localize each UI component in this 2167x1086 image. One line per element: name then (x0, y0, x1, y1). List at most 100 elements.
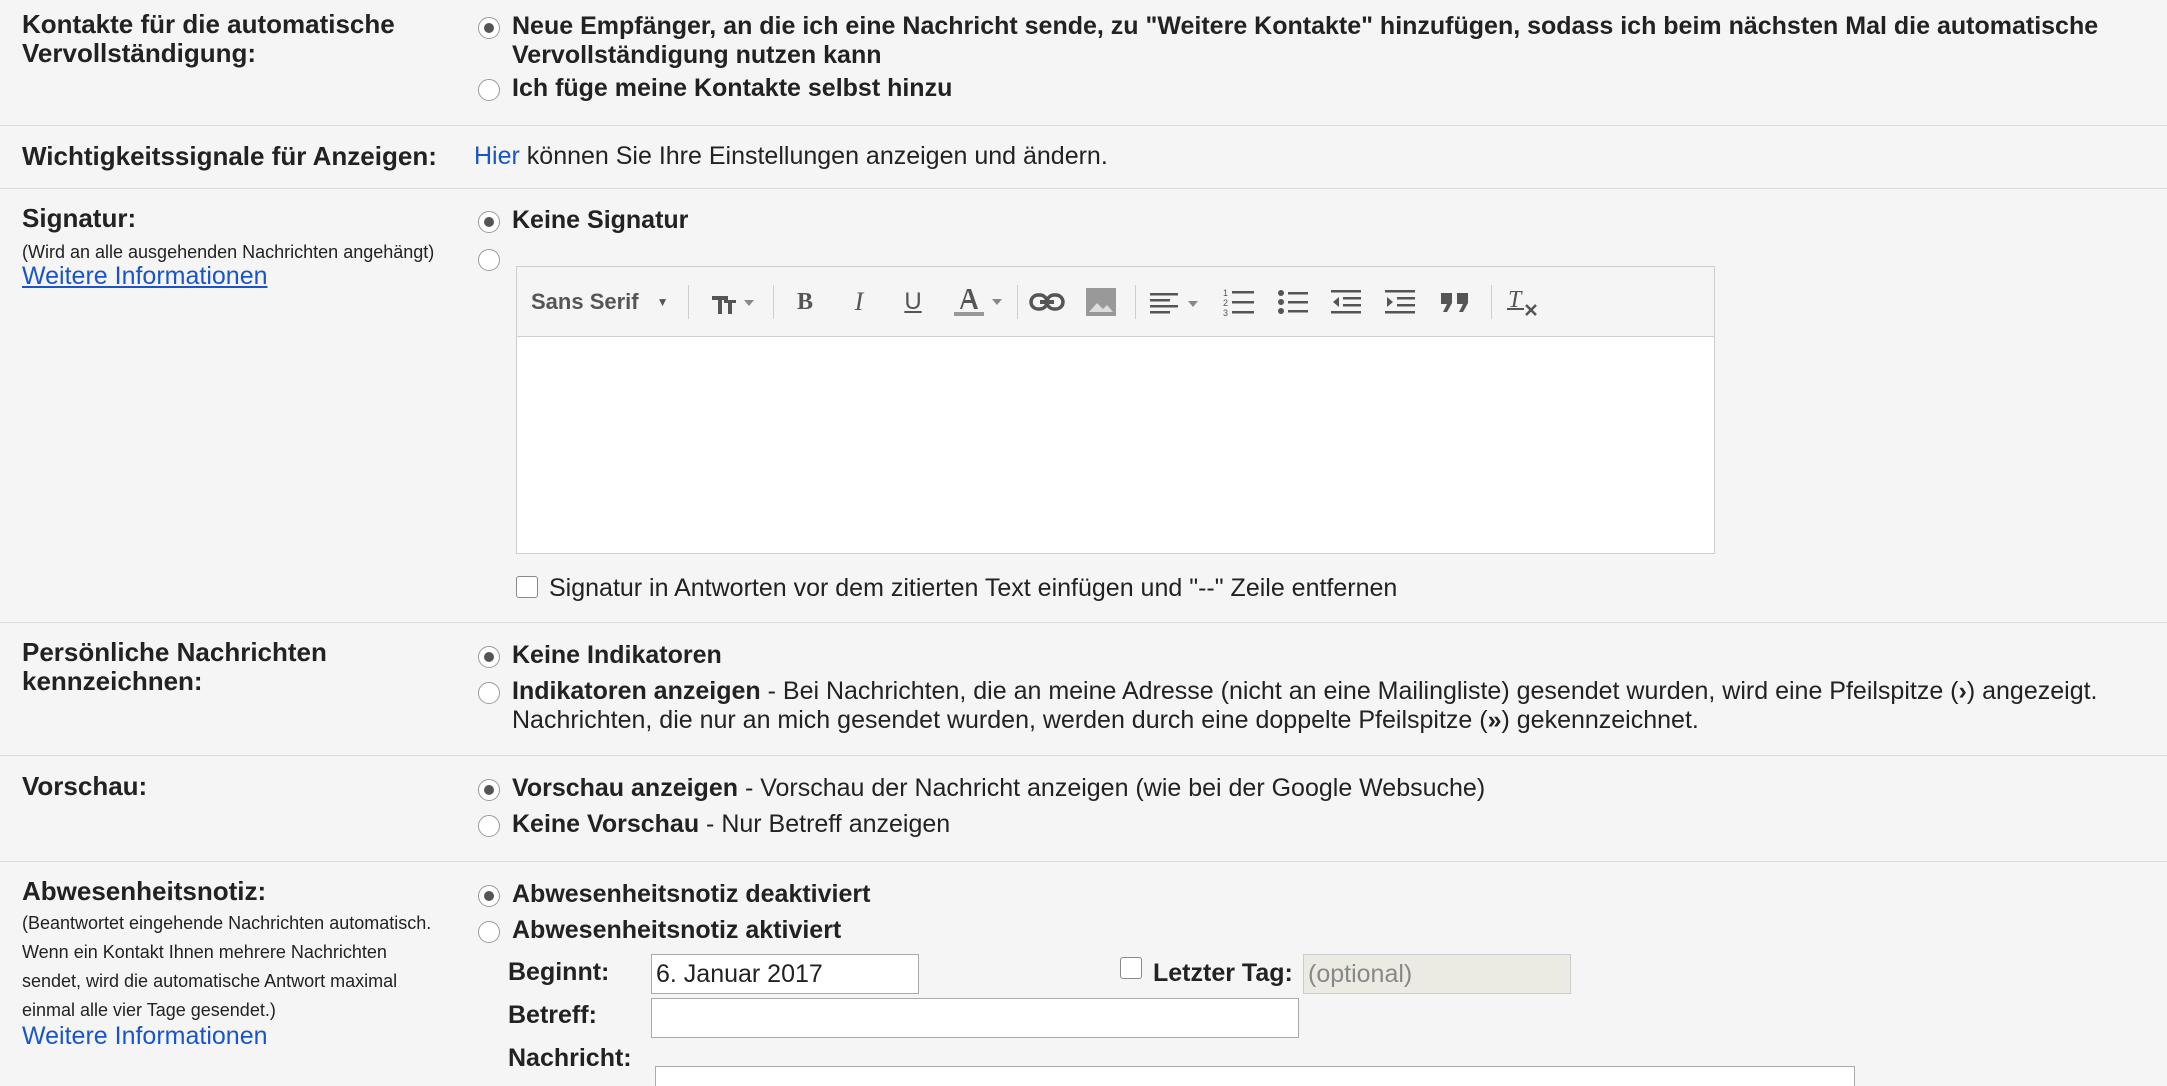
signature-before-quote-label: Signatur in Antworten vor dem zitierten … (549, 574, 1398, 602)
toolbar-separator (773, 285, 774, 319)
font-size-button[interactable] (703, 285, 761, 319)
indicators-row: Persönliche Nachrichten kennzeichnen: Ke… (0, 622, 2167, 756)
autocomplete-add-radio[interactable] (478, 17, 500, 39)
autocomplete-add-line2: Vervollständigung nutzen kann (512, 41, 882, 69)
vacation-message-editor[interactable] (655, 1066, 1855, 1086)
single-arrow-icon: › (1958, 677, 1967, 705)
signature-before-quote-checkbox[interactable] (516, 576, 538, 598)
vacation-on-option[interactable]: Abwesenheitsnotiz aktiviert (512, 916, 841, 945)
importance-label: Wichtigkeitssignale für Anzeigen: (22, 141, 437, 171)
vacation-label: Abwesenheitsnotiz: (22, 876, 267, 906)
preview-none-title: Keine Vorschau (512, 810, 700, 838)
vacation-start-label: Beginnt: (508, 958, 610, 986)
vacation-last-day-checkbox[interactable] (1120, 957, 1142, 979)
numbered-list-icon[interactable]: 1 2 3 (1219, 285, 1259, 319)
signature-toolbar: Sans Serif ▼ B I U 1 2 3 T (517, 267, 1714, 337)
vacation-last-day-label: Letzter Tag: (1153, 959, 1293, 987)
signature-none-option[interactable]: Keine Signatur (512, 206, 688, 235)
indicators-desc-line2a: Nachrichten, die nur an mich gesendet wu… (512, 706, 1488, 734)
indicators-label: Persönliche Nachrichten kennzeichnen: (22, 638, 327, 696)
italic-icon[interactable]: I (839, 285, 879, 319)
vacation-note-line4: einmal alle vier Tage gesendet.) (22, 1000, 276, 1020)
autocomplete-add-line1: Neue Empfänger, an die ich eine Nachrich… (512, 12, 2099, 40)
indicators-none-radio[interactable] (478, 646, 500, 668)
signature-more-info-link[interactable]: Weitere Informationen (22, 262, 268, 291)
signature-text-area[interactable] (517, 337, 1714, 553)
vacation-note-line2: Wenn ein Kontakt Ihnen mehrere Nachricht… (22, 942, 387, 962)
indicators-none-option[interactable]: Keine Indikatoren (512, 641, 722, 670)
indicators-desc-line2b: ) gekennzeichnet. (1501, 706, 1699, 734)
toolbar-separator (1491, 285, 1492, 319)
vacation-row: Abwesenheitsnotiz: (Beantwortet eingehen… (0, 861, 2167, 1086)
align-left-icon (1150, 293, 1198, 314)
autocomplete-row: Kontakte für die automatische Vervollstä… (0, 0, 2167, 126)
indicators-show-line1: Indikatoren anzeigen - Bei Nachrichten, … (512, 677, 2097, 706)
toolbar-separator (1017, 285, 1018, 319)
vacation-start-date-input[interactable]: 6. Januar 2017 (651, 954, 919, 994)
importance-description: können Sie Ihre Einstellungen anzeigen u… (519, 142, 1108, 170)
font-family-label: Sans Serif (531, 289, 639, 314)
preview-none-option[interactable]: Keine Vorschau - Nur Betreff anzeigen (512, 810, 950, 839)
preview-show-desc: - Vorschau der Nachricht anzeigen (wie b… (738, 774, 1486, 802)
vacation-message-label: Nachricht: (508, 1044, 632, 1072)
signature-none-radio[interactable] (478, 211, 500, 233)
preview-label: Vorschau: (22, 771, 148, 801)
autocomplete-manual-radio[interactable] (478, 79, 500, 101)
svg-text:3: 3 (1223, 308, 1228, 317)
signature-editor[interactable]: Sans Serif ▼ B I U 1 2 3 T (516, 266, 1715, 554)
image-icon[interactable] (1081, 285, 1121, 319)
indicators-show-line2: Nachrichten, die nur an mich gesendet wu… (512, 706, 2097, 735)
text-color-icon (954, 289, 1002, 316)
vacation-subject-label: Betreff: (508, 1001, 597, 1029)
preview-show-option[interactable]: Vorschau anzeigen - Vorschau der Nachric… (512, 774, 1485, 803)
indent-more-icon[interactable] (1381, 285, 1421, 319)
vacation-subject-input[interactable] (651, 998, 1299, 1038)
indicators-label-line1: Persönliche Nachrichten (22, 637, 327, 667)
quote-icon[interactable] (1435, 285, 1475, 319)
vacation-on-radio[interactable] (478, 921, 500, 943)
autocomplete-label: Kontakte für die automatische Vervollstä… (22, 10, 395, 68)
align-button[interactable] (1145, 285, 1203, 319)
toolbar-separator (1135, 285, 1136, 319)
autocomplete-label-line2: Vervollständigung: (22, 38, 257, 68)
importance-here-link[interactable]: Hier (474, 142, 520, 170)
vacation-last-day-input[interactable]: (optional) (1303, 954, 1571, 994)
preview-row: Vorschau: Vorschau anzeigen - Vorschau d… (0, 755, 2167, 862)
importance-row: Wichtigkeitssignale für Anzeigen: Hier k… (0, 125, 2167, 189)
svg-text:1: 1 (1223, 288, 1228, 298)
vacation-note-line1: (Beantwortet eingehende Nachrichten auto… (22, 913, 432, 933)
link-icon[interactable] (1025, 285, 1069, 319)
indicators-label-line2: kennzeichnen: (22, 666, 203, 696)
vacation-off-option[interactable]: Abwesenheitsnotiz deaktiviert (512, 880, 870, 909)
indent-less-icon[interactable] (1327, 285, 1367, 319)
font-family-select[interactable]: Sans Serif ▼ (531, 285, 681, 319)
autocomplete-label-line1: Kontakte für die automatische (22, 9, 395, 39)
double-arrow-icon: » (1487, 706, 1502, 734)
autocomplete-manual-option[interactable]: Ich füge meine Kontakte selbst hinzu (512, 74, 952, 103)
svg-text:2: 2 (1223, 298, 1228, 308)
toolbar-separator (688, 285, 689, 319)
indicators-show-radio[interactable] (478, 682, 500, 704)
vacation-note-line3: sendet, wird die automatische Antwort ma… (22, 971, 398, 991)
signature-label: Signatur: (22, 203, 137, 233)
indicators-show-title: Indikatoren anzeigen (512, 677, 761, 705)
underline-icon[interactable]: U (893, 285, 933, 319)
text-color-button[interactable] (947, 285, 1005, 319)
bulleted-list-icon[interactable] (1273, 285, 1313, 319)
remove-formatting-icon[interactable]: T (1501, 285, 1545, 319)
font-size-icon (712, 296, 754, 314)
preview-show-title: Vorschau anzeigen (512, 774, 738, 802)
importance-text: Hier können Sie Ihre Einstellungen anzei… (474, 142, 1108, 171)
preview-none-radio[interactable] (478, 815, 500, 837)
vacation-off-radio[interactable] (478, 885, 500, 907)
indicators-show-option[interactable]: Indikatoren anzeigen - Bei Nachrichten, … (512, 677, 2097, 735)
indicators-show-desc2: ) angezeigt. (1966, 677, 2098, 705)
font-family-chevron-down-icon: ▼ (656, 295, 669, 309)
vacation-more-info-link[interactable]: Weitere Informationen (22, 1022, 268, 1051)
indicators-show-desc1: - Bei Nachrichten, die an meine Adresse … (760, 677, 1959, 705)
signature-custom-radio[interactable] (478, 249, 500, 271)
bold-icon[interactable]: B (785, 285, 825, 319)
autocomplete-add-option[interactable]: Neue Empfänger, an die ich eine Nachrich… (512, 12, 2098, 70)
preview-none-desc: - Nur Betreff anzeigen (699, 810, 951, 838)
preview-show-radio[interactable] (478, 779, 500, 801)
